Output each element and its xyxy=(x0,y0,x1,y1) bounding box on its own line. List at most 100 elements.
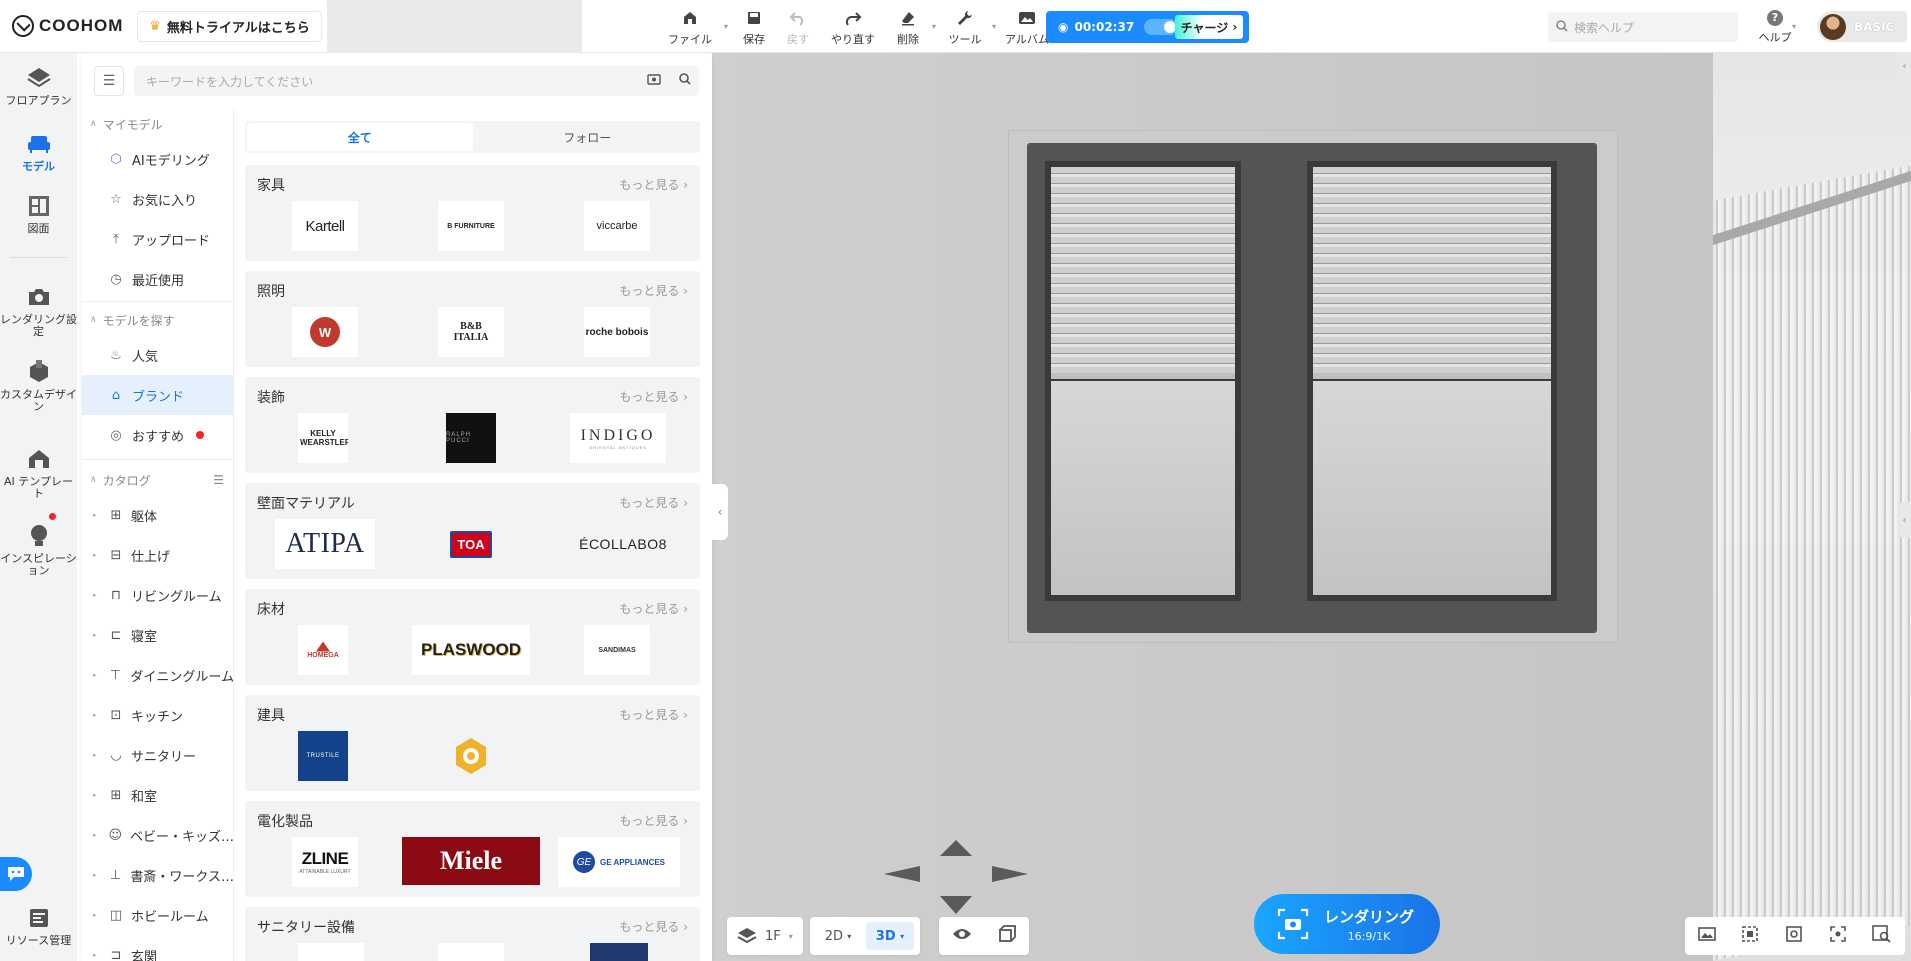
rail-item-inspiration[interactable]: インスピレーション xyxy=(0,523,77,577)
arrow-down-icon[interactable] xyxy=(940,896,972,914)
brand-logo[interactable]: viccarbe xyxy=(584,201,650,251)
find-models-group[interactable]: ∧ モデルを探す xyxy=(82,305,234,335)
panel-collapse-handle[interactable]: ‹ xyxy=(712,484,728,540)
focus-icon[interactable] xyxy=(1829,925,1847,947)
catalog-item[interactable]: ▸ ⊡ キッチン xyxy=(82,695,234,735)
rail-item-model[interactable]: モデル xyxy=(0,131,77,173)
album-button[interactable]: アルバム xyxy=(1002,0,1052,53)
brand-logo[interactable]: RALPH PUCCI xyxy=(446,413,496,463)
save-button[interactable]: 保存 xyxy=(728,0,780,53)
more-link[interactable]: もっと見る › xyxy=(619,812,688,829)
more-link[interactable]: もっと見る › xyxy=(619,282,688,299)
floor-selector[interactable]: 1F ▾ xyxy=(727,917,803,955)
tab-follow[interactable]: フォロー xyxy=(475,121,701,153)
brand-logo[interactable]: roche bobois xyxy=(584,307,650,357)
rail-item-render-settings[interactable]: レンダリング設定 xyxy=(0,284,77,338)
catalog-item[interactable]: ▸ ☺ ベビー・キッズ… xyxy=(82,815,234,855)
brand-logo[interactable]: INDIGO ORIENTAL ANTIQUES xyxy=(570,413,666,463)
cube-view-icon[interactable] xyxy=(998,925,1016,947)
rail-item-resource[interactable]: リソース管理 xyxy=(0,905,77,947)
collapse-menu-button[interactable]: ☰ xyxy=(94,66,124,96)
brand-logo[interactable]: Kartell xyxy=(292,201,358,251)
charge-button[interactable]: チャージ › xyxy=(1175,15,1243,39)
zoom-frame-icon[interactable] xyxy=(1872,925,1892,947)
brand-logo[interactable]: GE GE APPLIANCES xyxy=(558,837,680,887)
catalog-item[interactable]: ▸ ⊐ 玄関 xyxy=(82,935,234,961)
nav-item-popular[interactable]: ♨ 人気 xyxy=(82,335,234,375)
catalog-item[interactable]: ▸ ⊥ 書斎・ワークス… xyxy=(82,855,234,895)
more-link[interactable]: もっと見る › xyxy=(619,706,688,723)
brand-logo[interactable]: KELLY WEARSTLER xyxy=(298,413,348,463)
image-search-icon[interactable] xyxy=(647,73,661,88)
nav-item-brand[interactable]: ⌂ ブランド xyxy=(82,375,234,415)
nav-item-favorites[interactable]: ☆ お気に入り xyxy=(82,179,234,219)
coohom-logo[interactable]: COOHOM xyxy=(12,14,123,38)
right-panel-handle[interactable]: ‹ xyxy=(1898,502,1911,538)
brand-logo[interactable]: B&B ITALIA xyxy=(438,307,504,357)
arrow-left-icon[interactable] xyxy=(884,866,920,882)
rail-item-drawing[interactable]: 図面 xyxy=(0,193,77,235)
nav-item-recommended[interactable]: ◎ おすすめ xyxy=(82,415,234,455)
catalog-item[interactable]: ▸ ⊏ 寝室 xyxy=(82,615,234,655)
user-account-button[interactable]: BASIC xyxy=(1817,11,1907,42)
eye-icon[interactable] xyxy=(952,927,972,945)
brand-logo[interactable]: W xyxy=(292,307,358,357)
help-search-input[interactable]: 検索ヘルプ xyxy=(1548,12,1738,42)
free-trial-button[interactable]: ♛ 無料トライアルはこちら xyxy=(137,11,322,42)
render-button[interactable]: レンダリング 16:9/1K xyxy=(1254,894,1440,954)
settings-frame-icon[interactable] xyxy=(1785,925,1803,947)
catalog-item[interactable]: ▸ ◡ サニタリー xyxy=(82,735,234,775)
file-menu-button[interactable]: ファイル ▾ xyxy=(660,0,728,53)
brand-logo[interactable] xyxy=(438,943,504,961)
rail-item-floorplan[interactable]: フロアプラン xyxy=(0,65,77,107)
catalog-group[interactable]: ∧ カタログ ☰ xyxy=(82,465,234,495)
brand-logo[interactable]: TRUSTILE xyxy=(298,731,348,781)
rail-item-ai-template[interactable]: AI テンプレート xyxy=(0,446,77,500)
help-button[interactable]: ? ヘルプ xyxy=(1755,8,1795,45)
view-2d-button[interactable]: 2D ▾ xyxy=(816,922,860,950)
arrow-right-icon[interactable] xyxy=(992,866,1028,882)
search-icon[interactable] xyxy=(679,73,691,88)
delete-button[interactable]: 削除 ▾ xyxy=(888,0,936,53)
brand-logo[interactable]: SANDIMAS xyxy=(584,625,650,675)
brand-logo[interactable]: B FURNITURE xyxy=(438,201,504,251)
filter-icon[interactable]: ☰ xyxy=(213,473,224,487)
more-link[interactable]: もっと見る › xyxy=(619,388,688,405)
more-link[interactable]: もっと見る › xyxy=(619,600,688,617)
catalog-item[interactable]: ▸ ◫ ホビールーム xyxy=(82,895,234,935)
more-link[interactable]: もっと見る › xyxy=(619,176,688,193)
timer-toggle[interactable] xyxy=(1144,19,1179,35)
nav-item-ai-modeling[interactable]: ⬡ AIモデリング xyxy=(82,139,234,179)
catalog-item[interactable]: ▸ ⊓ リビングルーム xyxy=(82,575,234,615)
more-link[interactable]: もっと見る › xyxy=(619,918,688,935)
nav-item-upload[interactable]: ⤒ アップロード xyxy=(82,219,234,259)
my-models-group[interactable]: ∧ マイモデル xyxy=(82,109,234,139)
catalog-item[interactable]: ▸ ⊤ ダイニングルーム xyxy=(82,655,234,695)
window-model[interactable] xyxy=(1008,130,1618,643)
more-link[interactable]: もっと見る › xyxy=(619,494,688,511)
tab-all[interactable]: 全て xyxy=(247,123,473,151)
redo-button[interactable]: やり直す xyxy=(824,0,882,53)
brand-logo[interactable]: ÉCOLLABO8 xyxy=(558,519,688,569)
brand-logo[interactable]: TOA xyxy=(446,519,496,569)
tools-menu-button[interactable]: ツール ▾ xyxy=(942,0,996,53)
brand-logo[interactable]: HOMEGA xyxy=(298,625,348,675)
right-panel-handle-top[interactable]: ‹ xyxy=(1898,48,1911,84)
rail-item-custom-design[interactable]: カスタムデザイン xyxy=(0,359,77,413)
brand-logo[interactable]: Miele xyxy=(402,837,540,885)
brand-logo[interactable] xyxy=(590,943,648,961)
arrow-up-icon[interactable] xyxy=(940,840,972,856)
brand-logo[interactable]: ATIPA xyxy=(275,519,375,569)
view-3d-button[interactable]: 3D ▾ xyxy=(866,922,914,950)
catalog-item[interactable]: ▸ ⊟ 仕上げ xyxy=(82,535,234,575)
undo-button[interactable]: 戻す xyxy=(780,0,816,53)
brand-logo[interactable]: PLASWOOD xyxy=(412,625,530,675)
keyword-search-input[interactable]: キーワードを入力してください xyxy=(134,66,699,96)
nav-item-recent[interactable]: ◷ 最近使用 xyxy=(82,259,234,299)
brand-logo[interactable]: ZLINE ATTAINABLE LUXURY xyxy=(292,837,358,887)
region-select-icon[interactable] xyxy=(1741,925,1759,947)
image-icon[interactable] xyxy=(1697,926,1716,946)
brand-logo[interactable] xyxy=(298,943,364,961)
catalog-item[interactable]: ▸ ⊞ 和室 xyxy=(82,775,234,815)
brand-logo[interactable] xyxy=(446,731,496,781)
